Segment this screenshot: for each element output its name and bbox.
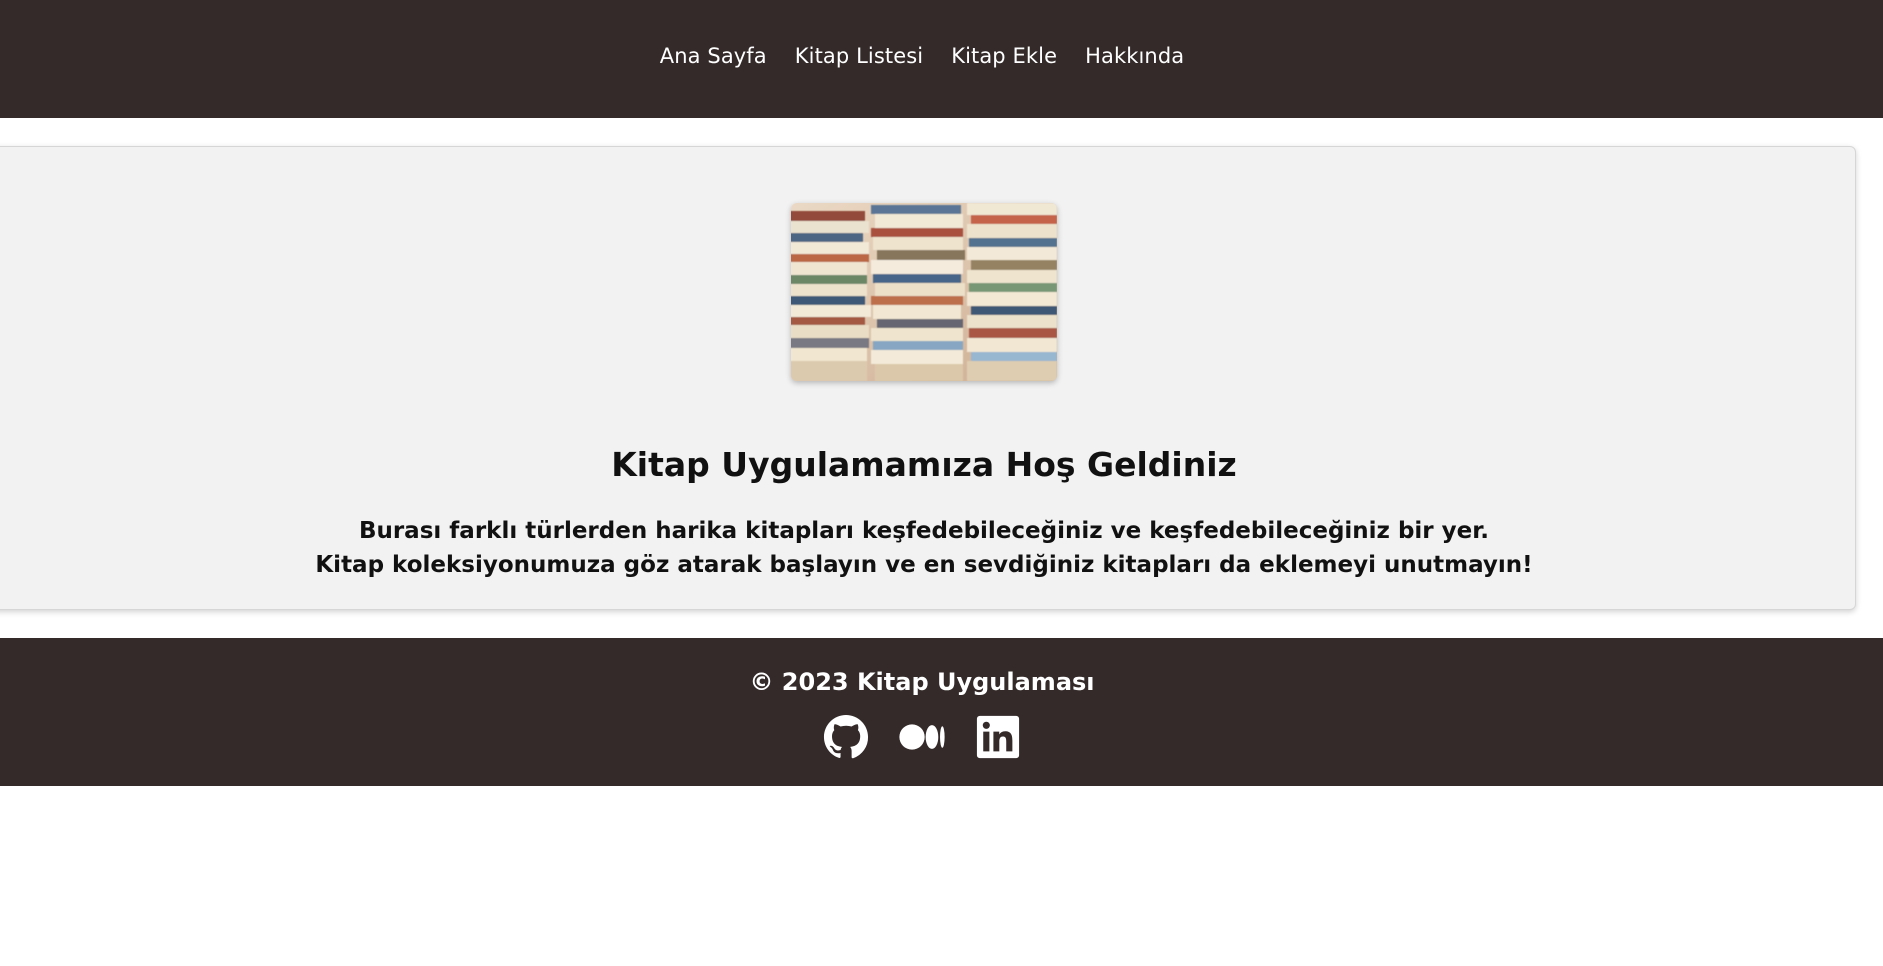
hero-card: Kitap Uygulamamıza Hoş Geldiniz Burası f… (0, 146, 1856, 610)
github-link[interactable] (823, 714, 869, 760)
linkedin-icon (976, 715, 1020, 759)
medium-link[interactable] (899, 714, 945, 760)
nav-link-about[interactable]: Hakkında (1085, 40, 1184, 72)
linkedin-link[interactable] (975, 714, 1021, 760)
site-footer: © 2023 Kitap Uygulaması (0, 638, 1883, 786)
hero-description-line-1: Burası farklı türlerden harika kitapları… (358, 518, 1490, 544)
nav-link-add-book[interactable]: Kitap Ekle (951, 40, 1057, 72)
hero-description-line-2: Kitap koleksiyonumuza göz atarak başlayı… (315, 552, 1533, 578)
social-links (0, 714, 1844, 760)
main-nav: Ana Sayfa Kitap Listesi Kitap Ekle Hakkı… (0, 40, 1844, 72)
stacked-books-photo-icon (791, 203, 1057, 381)
nav-link-book-list[interactable]: Kitap Listesi (795, 40, 923, 72)
nav-link-home[interactable]: Ana Sayfa (660, 40, 767, 72)
medium-icon (899, 724, 945, 750)
hero-description: Burası farklı türlerden harika kitapları… (0, 514, 1855, 582)
hero-title: Kitap Uygulamamıza Hoş Geldiniz (611, 445, 1237, 484)
site-header: Ana Sayfa Kitap Listesi Kitap Ekle Hakkı… (0, 0, 1883, 118)
copyright-text: © 2023 Kitap Uygulaması (749, 668, 1095, 696)
github-icon (823, 714, 869, 759)
books-image (791, 203, 1057, 381)
